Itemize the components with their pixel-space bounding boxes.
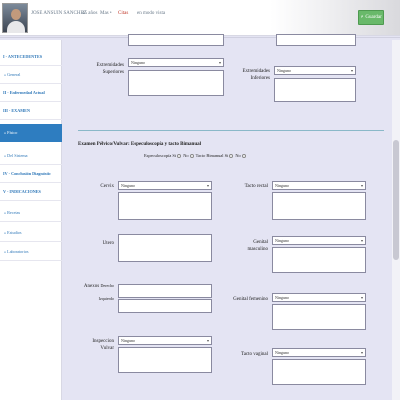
especuloscopia-si-label: Si: [172, 153, 177, 158]
tacto-bimanual-si-label: Si: [224, 153, 229, 158]
chevron-down-icon: ▾: [360, 295, 363, 300]
scrollbar-thumb[interactable]: [393, 140, 399, 260]
cervix-select[interactable]: Ninguno ▾: [118, 181, 212, 190]
tacto-rectal-select[interactable]: Ninguno ▾: [272, 181, 366, 190]
genital-masculino-label: Genital masculino: [247, 240, 268, 252]
tacto-rectal-textarea[interactable]: [272, 192, 366, 220]
select-value: Ninguno: [121, 338, 135, 343]
chevron-down-icon: ▾: [360, 350, 363, 355]
select-value: Ninguno: [277, 68, 291, 73]
inspeccion-vulvar-textarea[interactable]: [118, 347, 212, 373]
select-value: Ninguno: [121, 183, 135, 188]
select-value: Ninguno: [275, 183, 289, 188]
anexos-title: Anexos: [83, 284, 100, 289]
select-value: Ninguno: [275, 238, 289, 243]
tacto-vaginal-select[interactable]: Ninguno ▾: [272, 348, 366, 357]
extremidades-inferiores-label: Extremidades Inferiores: [242, 69, 271, 81]
utero-label: Utero: [102, 241, 114, 246]
view-mode-label: en modo vista: [137, 11, 166, 16]
especuloscopia-si-radio[interactable]: [177, 153, 182, 158]
top-right-textarea[interactable]: [276, 34, 356, 46]
select-value: Ninguno: [275, 350, 289, 355]
sidebar-nav: I - ANTECEDENTES » General II - Enfermed…: [0, 40, 62, 400]
inspeccion-vulvar-select[interactable]: Ninguno ▾: [118, 336, 212, 345]
extremidades-superiores-textarea[interactable]: [128, 70, 224, 96]
especuloscopia-label: Especuloscopía: [144, 153, 172, 158]
chevron-down-icon: ▾: [206, 338, 209, 343]
tacto-bimanual-label: Tacto Bimanual: [195, 153, 224, 158]
tacto-rectal-label: Tacto rectal: [244, 184, 268, 189]
genital-masculino-select[interactable]: Ninguno ▾: [272, 236, 366, 245]
select-value: Ninguno: [275, 295, 289, 300]
tacto-vaginal-label: Tacto vaginal: [241, 352, 268, 357]
sidebar-item-conclusion-diagnostica[interactable]: IV - Conclusión Diagnóstic: [0, 165, 62, 183]
chevron-down-icon: ▾: [360, 238, 363, 243]
especuloscopia-no-label: No: [183, 153, 189, 158]
patient-age: 45 años: [82, 11, 98, 16]
sidebar-item-general[interactable]: » General: [0, 66, 62, 84]
sidebar-item-laboratorios[interactable]: » Laboratorios: [0, 243, 62, 261]
sidebar-item-fisico[interactable]: » Físico: [0, 124, 62, 142]
cervix-label: Cervix: [100, 184, 114, 189]
patient-header: JOSE ANSUIN SANCHEZ 45 años Mas • Citas …: [0, 0, 400, 36]
tacto-bimanual-no-radio[interactable]: [241, 153, 246, 158]
extremidades-superiores-select[interactable]: Ninguno ▾: [128, 58, 224, 67]
exam-form: Extremidades Superiores Ninguno ▾ Extremi…: [64, 34, 400, 400]
patient-sex[interactable]: Mas •: [100, 11, 112, 16]
sidebar-item-estudios[interactable]: » Estudios: [0, 224, 62, 242]
genital-femenino-select[interactable]: Ninguno ▾: [272, 293, 366, 302]
anexos-label: Anexos Derecho: [78, 282, 114, 290]
extremidades-inferiores-select[interactable]: Ninguno ▾: [274, 66, 356, 75]
sidebar-item-indicaciones[interactable]: V - INDICACIONES: [0, 183, 62, 201]
sidebar-item-antecedentes[interactable]: I - ANTECEDENTES: [0, 48, 62, 66]
cervix-textarea[interactable]: [118, 192, 212, 220]
anexos-izquierdo-input[interactable]: [118, 299, 212, 313]
genital-femenino-label: Genital femenino: [233, 297, 268, 302]
especuloscopia-radio-row: Especuloscopía Si No Tacto Bimanual Si N…: [144, 153, 247, 158]
pelvic-section-title: Examen Pélvico/Vulvar: Especuloscopía y …: [78, 142, 202, 147]
genital-femenino-textarea[interactable]: [272, 304, 366, 330]
utero-textarea[interactable]: [118, 234, 212, 262]
chevron-down-icon: ▾: [350, 68, 353, 73]
save-button[interactable]: ⎖ Guardar: [358, 10, 384, 25]
chevron-down-icon: ▾: [206, 183, 209, 188]
inspeccion-vulvar-label: Inspeccion Vulvar: [92, 339, 114, 351]
extremidades-superiores-label: Extremidades Superiores: [96, 63, 125, 75]
anexos-derecho-label: Derecho: [100, 283, 114, 288]
genital-masculino-textarea[interactable]: [272, 247, 366, 273]
page-scrollbar[interactable]: [392, 40, 400, 400]
sidebar-item-examen[interactable]: III - EXAMEN: [0, 102, 62, 120]
top-left-textarea[interactable]: [128, 34, 224, 46]
sidebar-item-del-sistema[interactable]: » Del Sistema: [0, 147, 62, 165]
extremidades-inferiores-textarea[interactable]: [274, 78, 356, 102]
patient-avatar: [2, 3, 28, 33]
appointments-link[interactable]: Citas: [118, 11, 128, 16]
tacto-bimanual-no-label: No: [235, 153, 241, 158]
anexos-derecho-input[interactable]: [118, 284, 212, 298]
tacto-vaginal-textarea[interactable]: [272, 359, 366, 385]
especuloscopia-no-radio[interactable]: [189, 153, 194, 158]
chevron-down-icon: ▾: [218, 60, 221, 65]
patient-name: JOSE ANSUIN SANCHEZ: [31, 11, 87, 16]
section-divider: [78, 130, 384, 131]
tacto-bimanual-si-radio[interactable]: [229, 153, 234, 158]
sidebar-item-enfermedad-actual[interactable]: II - Enfermedad Actual: [0, 84, 62, 102]
select-value: Ninguno: [131, 60, 145, 65]
anexos-izquierdo-label: Izquierdo: [98, 296, 114, 301]
sidebar-item-recetas[interactable]: » Recetas: [0, 204, 62, 222]
chevron-down-icon: ▾: [360, 183, 363, 188]
